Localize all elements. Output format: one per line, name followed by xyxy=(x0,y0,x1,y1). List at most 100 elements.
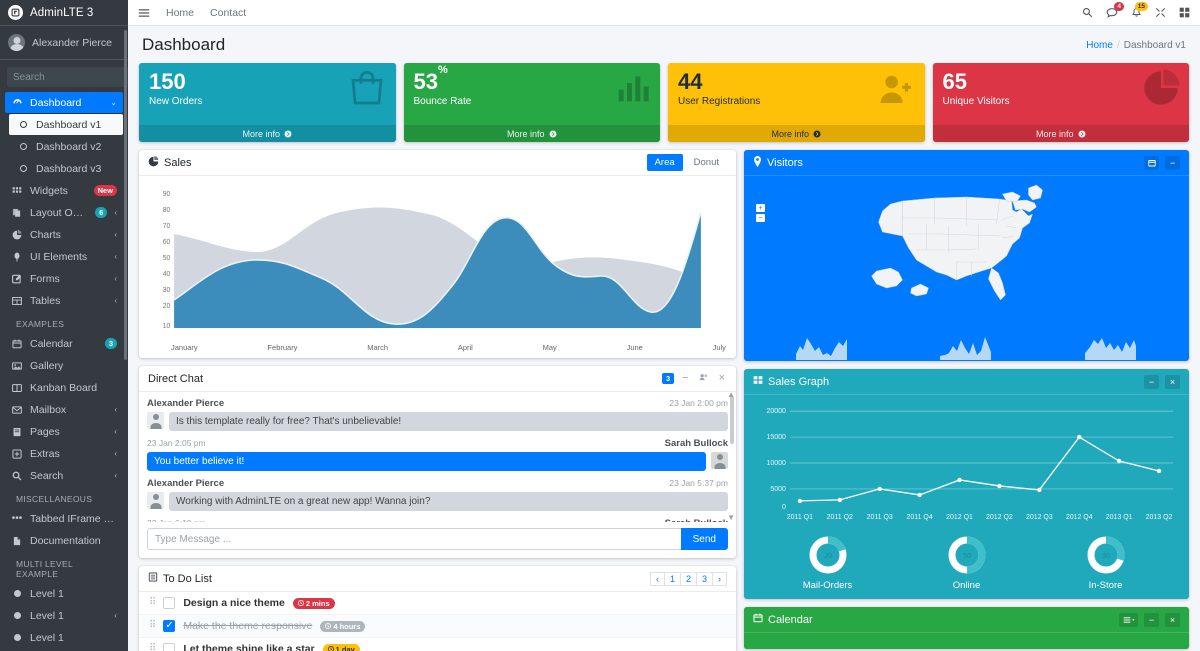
sidebar-item-search[interactable]: Search ‹ xyxy=(5,465,123,486)
pagination-page-1[interactable]: 1 xyxy=(663,571,681,586)
search-input[interactable] xyxy=(7,67,128,87)
donut-online: 50 Online xyxy=(897,533,1036,591)
sidebar-item-label: Forms xyxy=(30,272,60,285)
minimize-icon[interactable]: − xyxy=(1144,374,1159,389)
sidebar-item-dashboard-v3[interactable]: Dashboard v3 xyxy=(9,158,123,179)
sidebar-item-tables[interactable]: Tables ‹ xyxy=(5,290,123,311)
chat-timestamp: 23 Jan 5:37 pm xyxy=(669,478,728,488)
todo-list-item[interactable]: ⠿ Let theme shine like a star 1 day xyxy=(139,638,736,651)
sales-area-chart[interactable]: 90 80 70 60 50 40 30 20 10 xyxy=(147,182,728,342)
small-box-unique-visitors[interactable]: 65 Unique Visitors More info xyxy=(932,63,1189,142)
pagination-page-3[interactable]: 3 xyxy=(695,571,713,586)
close-icon[interactable]: × xyxy=(1165,612,1180,627)
search-icon[interactable] xyxy=(1082,7,1093,18)
minimize-icon[interactable]: − xyxy=(1144,612,1159,627)
sidebar-scrollbar[interactable] xyxy=(124,30,127,360)
sales-line-series xyxy=(799,436,1160,502)
visitors-map[interactable]: + − xyxy=(744,176,1189,361)
sidebar-item-charts[interactable]: Charts ‹ xyxy=(5,224,123,245)
sidebar-item-kanban-board[interactable]: Kanban Board xyxy=(5,377,123,398)
calendar-body[interactable] xyxy=(744,633,1189,649)
small-box-more-info-link[interactable]: More info xyxy=(139,125,396,142)
drag-handle-icon[interactable]: ⠿ xyxy=(149,621,156,631)
todo-list-item[interactable]: ⠿ Make the theme responsive 4 hours xyxy=(139,615,736,638)
user-panel[interactable]: Alexander Pierce xyxy=(0,26,128,60)
sidebar-item-calendar[interactable]: Calendar 3 xyxy=(5,333,123,354)
bars-dropdown-icon[interactable] xyxy=(1119,612,1138,627)
sidebar-item-extras[interactable]: Extras ‹ xyxy=(5,443,123,464)
bell-icon[interactable]: 15 xyxy=(1131,1,1148,19)
small-box-more-info-link[interactable]: More info xyxy=(668,125,925,142)
donut-chart: 50 xyxy=(948,536,985,574)
minimize-icon[interactable]: − xyxy=(680,373,690,384)
sidebar-item-ui-elements[interactable]: UI Elements ‹ xyxy=(5,246,123,267)
sidebar-item-mailbox[interactable]: Mailbox ‹ xyxy=(5,399,123,420)
sidebar-item-level-1-b[interactable]: Level 1 ‹ xyxy=(5,605,123,626)
small-box-bounce-rate[interactable]: 53% Bounce Rate More info xyxy=(403,63,660,142)
sidebar-item-layout-options[interactable]: Layout Options 6 ‹ xyxy=(5,202,123,223)
sidebar-item-widgets[interactable]: Widgets New xyxy=(5,180,123,201)
sidebar-item-pages[interactable]: Pages ‹ xyxy=(5,421,123,442)
sidebar-item-dashboard-v1[interactable]: Dashboard v1 xyxy=(9,114,123,135)
hamburger-icon[interactable] xyxy=(138,7,150,19)
close-icon[interactable]: × xyxy=(717,373,727,384)
drag-handle-icon[interactable]: ⠿ xyxy=(149,644,156,651)
minimize-icon[interactable]: − xyxy=(1165,155,1180,170)
sidebar-item-dashboard-v2[interactable]: Dashboard v2 xyxy=(9,136,123,157)
todo-list-card: To Do List ‹ 1 2 3 › ⠿ Design a nice the… xyxy=(139,566,736,651)
svg-text:70: 70 xyxy=(163,223,171,230)
drag-handle-icon[interactable]: ⠿ xyxy=(149,598,156,608)
small-box-user-registrations[interactable]: 44 User Registrations More info xyxy=(668,63,925,142)
tab-area[interactable]: Area xyxy=(646,154,683,171)
scroll-down-icon[interactable]: ▼ xyxy=(727,513,735,522)
small-box-new-orders[interactable]: 150 New Orders More info xyxy=(139,63,396,142)
svg-text:15000: 15000 xyxy=(767,434,787,441)
sales-line-chart[interactable]: 20000 15000 10000 5000 0 2011 Q1 2011 Q2… xyxy=(752,399,1181,524)
pagination-next[interactable]: › xyxy=(712,571,727,586)
breadcrumb-home[interactable]: Home xyxy=(1086,40,1113,51)
card-title-text: Sales xyxy=(164,156,192,169)
svg-text:5000: 5000 xyxy=(770,486,786,493)
messages-icon[interactable]: 4 xyxy=(1106,1,1124,19)
contacts-icon[interactable] xyxy=(697,372,711,385)
sidebar-item-dashboard[interactable]: Dashboard ⌄ xyxy=(5,92,123,113)
brand-link[interactable]: AdminLTE 3 xyxy=(0,0,128,26)
control-sidebar-icon[interactable] xyxy=(1179,7,1190,18)
donut-value: 50 xyxy=(963,553,971,560)
sidebar-item-forms[interactable]: Forms ‹ xyxy=(5,268,123,289)
close-icon[interactable]: × xyxy=(1165,374,1180,389)
sidebar-item-documentation[interactable]: Documentation xyxy=(5,530,123,551)
calendar-icon[interactable] xyxy=(1144,155,1159,170)
circle-filled-icon xyxy=(11,612,23,619)
todo-list-item[interactable]: ⠿ Design a nice theme 2 mins xyxy=(139,592,736,615)
tab-donut[interactable]: Donut xyxy=(686,154,727,171)
small-box-more-info-link[interactable]: More info xyxy=(932,125,1189,142)
map-marker-icon xyxy=(753,155,762,170)
fullscreen-icon[interactable] xyxy=(1155,7,1166,18)
todo-checkbox[interactable] xyxy=(163,597,176,609)
visitors-card-header: Visitors − xyxy=(744,150,1189,176)
sidebar-item-tabbed-iframe-plugin[interactable]: ••• Tabbed IFrame Plugin xyxy=(5,508,123,529)
sidebar-header-miscellaneous: MISCELLANEOUS xyxy=(16,494,93,504)
todo-checkbox[interactable] xyxy=(163,619,176,633)
chat-scrollbar[interactable] xyxy=(730,396,734,518)
sidebar-item-level-1-a[interactable]: Level 1 xyxy=(5,583,123,604)
send-button[interactable]: Send xyxy=(680,528,728,550)
navbar-link-contact[interactable]: Contact xyxy=(210,7,246,19)
sidebar-item-gallery[interactable]: Gallery xyxy=(5,355,123,376)
zoom-out-button[interactable]: − xyxy=(756,214,765,222)
small-box-number: 150 xyxy=(149,69,186,94)
todo-checkbox[interactable] xyxy=(163,643,176,651)
chat-message-body: You better believe it! xyxy=(147,452,728,471)
sidebar-item-level-1-c[interactable]: Level 1 xyxy=(5,627,123,648)
zoom-in-button[interactable]: + xyxy=(756,204,765,212)
navbar-link-home[interactable]: Home xyxy=(166,7,194,19)
donut-mail-orders: 20 Mail-Orders xyxy=(758,533,897,591)
scroll-up-icon[interactable]: ▲ xyxy=(727,392,735,399)
small-box-more-info-link[interactable]: More info xyxy=(403,125,660,142)
chart-type-toggle: Area Donut xyxy=(646,154,727,171)
pagination-page-2[interactable]: 2 xyxy=(679,571,697,586)
chat-message-input[interactable] xyxy=(147,528,681,550)
pagination-prev[interactable]: ‹ xyxy=(649,571,665,586)
chat-author: Alexander Pierce xyxy=(147,478,225,489)
